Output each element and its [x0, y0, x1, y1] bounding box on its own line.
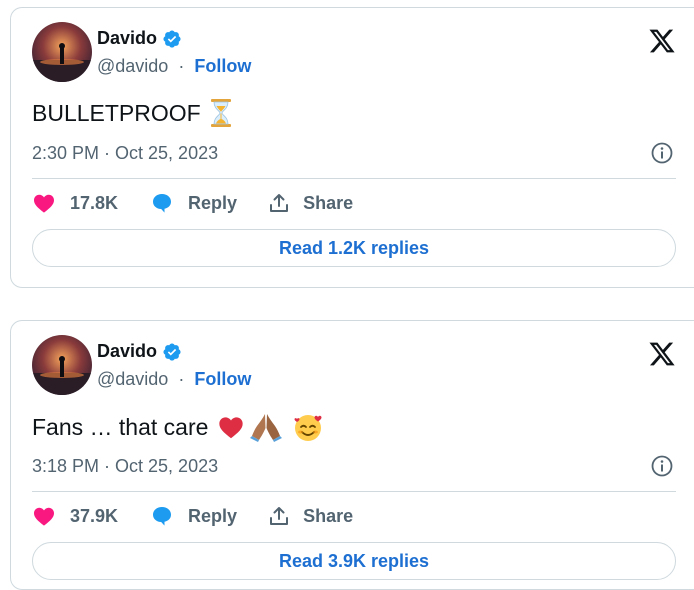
share-icon: [270, 194, 289, 212]
red-heart-emoji-icon: [219, 417, 244, 439]
reply-bubble-icon: [153, 507, 172, 526]
share-icon: [270, 507, 289, 525]
verified-badge-icon: [163, 29, 181, 48]
author-name[interactable]: Davido: [97, 341, 157, 362]
reply-button[interactable]: Reply: [150, 191, 237, 215]
reply-button[interactable]: Reply: [150, 504, 237, 528]
follow-button[interactable]: Follow: [194, 56, 251, 76]
share-label: Share: [303, 192, 354, 213]
share-label: Share: [303, 505, 354, 526]
read-replies-button[interactable]: Read 1.2K replies: [32, 229, 676, 267]
info-icon[interactable]: [650, 454, 674, 478]
tweet-text-content: Fans … that care: [32, 413, 209, 440]
read-replies-button[interactable]: Read 3.9K replies: [32, 542, 676, 580]
avatar[interactable]: [32, 22, 92, 82]
tweet-text: BULLETPROOF: [32, 98, 233, 128]
heart-icon: [34, 194, 54, 213]
tweet-text: Fans … that care: [32, 411, 324, 443]
tweet-timestamp[interactable]: 2:30 PM · Oct 25, 2023: [32, 143, 218, 164]
author-handle[interactable]: @davido: [97, 56, 168, 76]
like-count: 37.9K: [70, 505, 119, 526]
hourglass-emoji-icon: [210, 99, 231, 127]
separator-dot: ·: [173, 369, 190, 389]
tweet-card: Davido @davido · Follow Fans … that care: [10, 320, 694, 590]
smiling-face-with-hearts-emoji-icon: [294, 415, 322, 441]
tweet-text-content: BULLETPROOF: [32, 99, 201, 126]
tweet-timestamp[interactable]: 3:18 PM · Oct 25, 2023: [32, 456, 218, 477]
x-logo-icon[interactable]: [648, 340, 676, 368]
divider: [32, 178, 676, 179]
action-bar: 37.9K Reply Share: [32, 504, 353, 528]
x-logo-icon[interactable]: [648, 27, 676, 55]
share-button[interactable]: Share: [267, 504, 353, 528]
verified-badge-icon: [163, 342, 181, 361]
reply-label: Reply: [188, 505, 238, 526]
share-button[interactable]: Share: [267, 191, 353, 215]
info-icon[interactable]: [650, 141, 674, 165]
like-button[interactable]: 37.9K: [32, 504, 118, 528]
reply-label: Reply: [188, 192, 238, 213]
author-handle[interactable]: @davido: [97, 369, 168, 389]
avatar[interactable]: [32, 335, 92, 395]
reply-bubble-icon: [153, 194, 172, 213]
like-count: 17.8K: [70, 192, 119, 213]
author-name[interactable]: Davido: [97, 28, 157, 49]
tweet-card: Davido @davido · Follow BULLETPROOF 2:30…: [10, 7, 694, 288]
heart-icon: [34, 507, 54, 526]
divider: [32, 491, 676, 492]
follow-button[interactable]: Follow: [194, 369, 251, 389]
folded-hands-emoji-icon: [250, 414, 283, 442]
separator-dot: ·: [173, 56, 190, 76]
action-bar: 17.8K Reply Share: [32, 191, 353, 215]
like-button[interactable]: 17.8K: [32, 191, 118, 215]
